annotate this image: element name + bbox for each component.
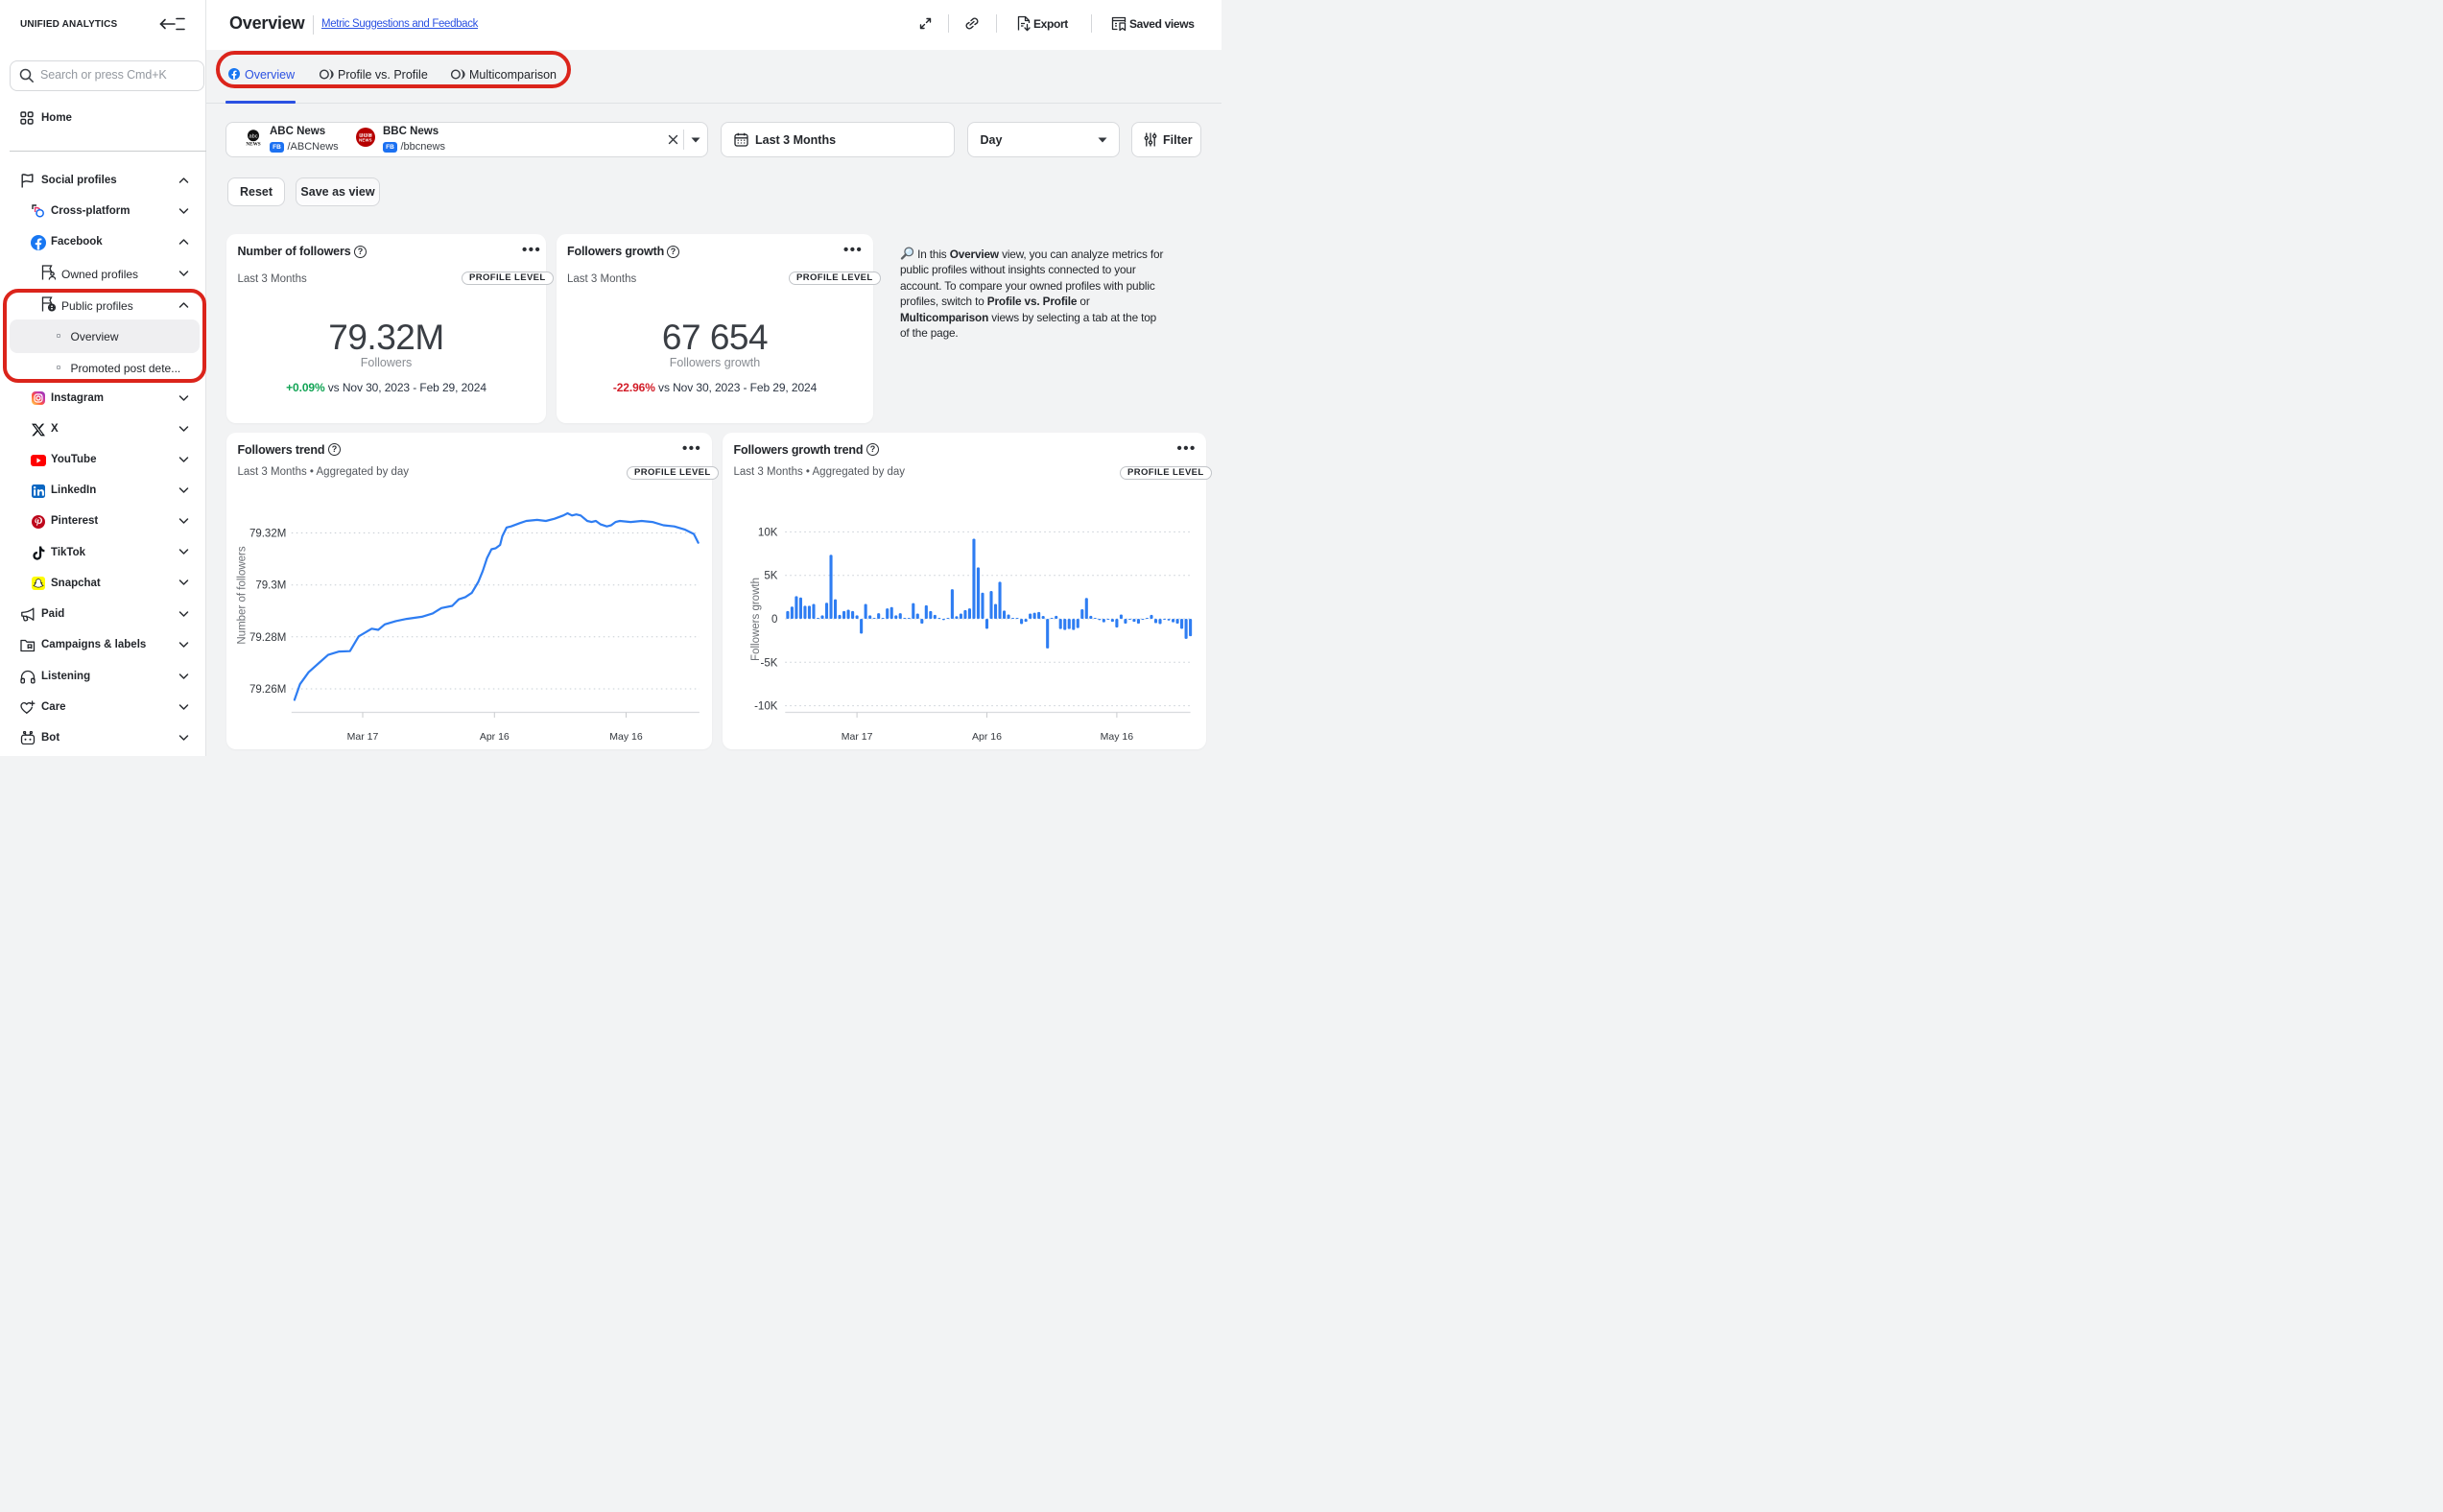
svg-text:5K: 5K: [764, 570, 777, 581]
svg-text:Apr 16: Apr 16: [972, 731, 1002, 743]
svg-text:May 16: May 16: [609, 731, 643, 743]
svg-text:Mar 17: Mar 17: [347, 731, 379, 743]
svg-text:79.26M: 79.26M: [249, 684, 286, 696]
svg-text:-5K: -5K: [760, 657, 777, 669]
svg-text:10K: 10K: [758, 527, 778, 538]
svg-text:-10K: -10K: [754, 700, 778, 712]
svg-text:abc: abc: [249, 133, 257, 139]
svg-text:Followers growth: Followers growth: [750, 578, 762, 661]
svg-text:NEWS: NEWS: [359, 137, 372, 142]
svg-text:Apr 16: Apr 16: [480, 731, 510, 743]
svg-text:Mar 17: Mar 17: [842, 731, 873, 743]
svg-text:79.3M: 79.3M: [255, 579, 286, 591]
svg-text:Number of followers: Number of followers: [237, 546, 249, 645]
svg-text:79.32M: 79.32M: [249, 528, 286, 539]
svg-text:79.28M: 79.28M: [249, 631, 286, 643]
svg-text:0: 0: [771, 614, 777, 626]
svg-text:NEWS: NEWS: [246, 141, 260, 146]
svg-text:May 16: May 16: [1101, 731, 1134, 743]
